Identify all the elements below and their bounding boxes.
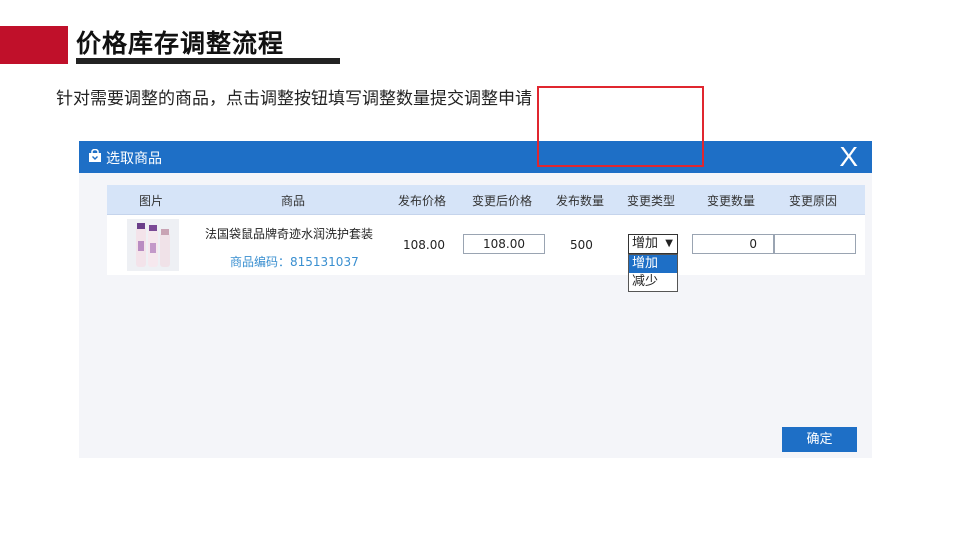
slide-subtitle: 针对需要调整的商品，点击调整按钮填写调整数量提交调整申请 <box>56 89 532 109</box>
highlight-box <box>537 86 704 167</box>
change-qty-input[interactable]: 0 <box>692 234 774 254</box>
dialog-header: 选取商品 X <box>79 141 872 173</box>
change-type-value: 增加 <box>632 236 659 251</box>
option-increase[interactable]: 增加 <box>629 255 677 273</box>
header-change-reason: 变更原因 <box>789 194 838 208</box>
slide-accent-bar <box>0 26 68 64</box>
product-code: 商品编码：815131037 <box>230 255 359 269</box>
new-price-input[interactable]: 108.00 <box>463 234 545 254</box>
product-image <box>127 219 179 271</box>
close-icon[interactable]: X <box>839 141 858 173</box>
change-reason-input[interactable] <box>774 234 856 254</box>
header-change-type: 变更类型 <box>627 194 676 208</box>
slide-title-underline: 价格库存调整流程 <box>76 22 340 64</box>
option-decrease[interactable]: 减少 <box>629 273 677 291</box>
dialog-title: 选取商品 <box>106 151 162 167</box>
change-type-dropdown: 增加 减少 <box>628 254 678 292</box>
table-header: 图片 商品 发布价格 变更后价格 发布数量 变更类型 变更数量 变更原因 <box>107 185 865 215</box>
published-price: 108.00 <box>403 238 445 252</box>
product-name: 法国袋鼠品牌奇迹水润洗护套装 <box>205 227 374 241</box>
slide-title: 价格库存调整流程 <box>76 29 285 58</box>
header-quantity: 发布数量 <box>556 194 605 208</box>
header-price: 发布价格 <box>398 194 447 208</box>
header-product: 商品 <box>281 194 306 208</box>
select-product-dialog: 选取商品 X 图片 商品 发布价格 变更后价格 发布数量 变更类型 变更数量 变… <box>79 141 872 458</box>
published-quantity: 500 <box>570 238 593 252</box>
confirm-button[interactable]: 确定 <box>782 427 857 452</box>
header-change-qty: 变更数量 <box>707 194 756 208</box>
shopping-bag-icon <box>89 149 101 162</box>
table-row: 法国袋鼠品牌奇迹水润洗护套装 商品编码：815131037 108.00 108… <box>107 215 865 292</box>
chevron-down-icon: ▼ <box>665 238 673 249</box>
change-type-select[interactable]: 增加 ▼ <box>628 234 678 254</box>
header-image: 图片 <box>139 194 164 208</box>
header-new-price: 变更后价格 <box>472 194 533 208</box>
